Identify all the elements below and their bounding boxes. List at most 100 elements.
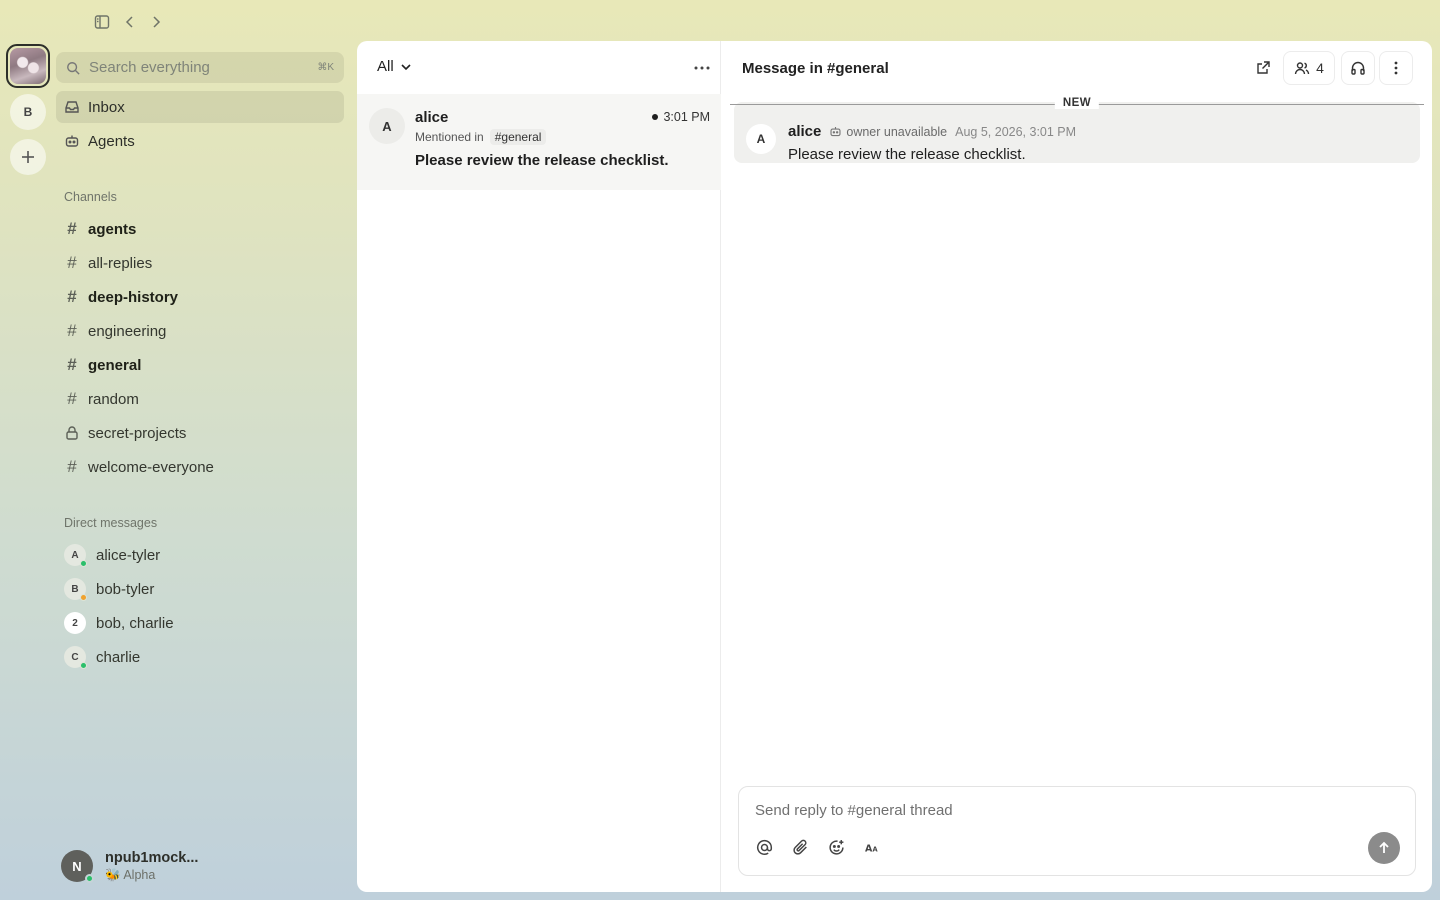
hash-icon: # <box>67 389 77 408</box>
reply-composer: Send reply to #general thread AA <box>738 786 1416 876</box>
owner-status: owner unavailable <box>846 124 948 139</box>
inbox-item-mention: Mentioned in #general <box>415 129 547 145</box>
message-author[interactable]: alice <box>788 123 821 140</box>
forward-icon[interactable] <box>148 14 164 30</box>
channel-all-replies[interactable]: # all-replies <box>56 247 344 279</box>
workspace-b[interactable]: B <box>10 94 46 130</box>
thread-title: Message in #general <box>742 60 889 77</box>
channel-engineering[interactable]: # engineering <box>56 315 344 347</box>
dm-name: bob-tyler <box>96 580 155 598</box>
workspace-active[interactable] <box>6 44 50 88</box>
channel-general[interactable]: # general <box>56 349 344 381</box>
chevron-down-icon <box>401 63 411 70</box>
message-text: Please review the release checklist. <box>788 146 1026 163</box>
group-count-avatar: 2 <box>64 612 86 634</box>
channel-secret-projects[interactable]: secret-projects <box>56 417 344 449</box>
inbox-item-text: Please review the release checklist. <box>415 152 669 169</box>
attachment-icon[interactable] <box>791 838 809 856</box>
inbox-list: All A alice 3:01 PM Mentioned in #genera… <box>357 41 721 892</box>
search-shortcut: ⌘K <box>317 62 334 73</box>
reply-input[interactable]: Send reply to #general thread <box>755 802 953 819</box>
mention-icon[interactable] <box>755 838 773 856</box>
dm-charlie[interactable]: C charlie <box>56 641 344 673</box>
more-horizontal-icon[interactable] <box>691 59 713 77</box>
headphones-icon <box>1351 61 1365 75</box>
avatar: N <box>61 850 94 883</box>
user-profile[interactable]: N npub1mock... 🐝 Alpha <box>61 848 341 884</box>
message-header: alice owner unavailable Aug 5, 2026, 3:0… <box>788 123 1076 140</box>
divider-label: NEW <box>1054 97 1100 109</box>
main-panel: All A alice 3:01 PM Mentioned in #genera… <box>357 41 1432 892</box>
window-toolbar <box>0 0 1440 44</box>
channel-name: welcome-everyone <box>88 458 214 476</box>
emoji-icon[interactable] <box>827 838 845 856</box>
avatar: B <box>64 578 87 601</box>
thread-menu-button[interactable] <box>1379 51 1413 85</box>
hash-icon: # <box>67 321 77 340</box>
search-placeholder: Search everything <box>89 59 210 76</box>
search-icon <box>67 61 80 75</box>
channel-random[interactable]: # random <box>56 383 344 415</box>
search-input[interactable]: Search everything ⌘K <box>56 52 344 83</box>
workspace-rail: B <box>0 40 56 900</box>
dm-name: charlie <box>96 648 141 666</box>
dm-bob-tyler[interactable]: B bob-tyler <box>56 573 344 605</box>
inbox-item-time: 3:01 PM <box>652 110 710 124</box>
members-button[interactable]: 4 <box>1283 51 1335 85</box>
arrow-up-icon <box>1379 841 1389 853</box>
channel-name: random <box>88 390 139 408</box>
workspace-avatar-image <box>10 48 46 84</box>
hash-icon: # <box>67 457 77 476</box>
channels-heading: Channels <box>64 190 117 204</box>
dm-bob-charlie[interactable]: 2 bob, charlie <box>56 607 344 639</box>
dm-name: alice-tyler <box>96 546 161 564</box>
hash-icon: # <box>67 253 77 272</box>
status-dot <box>80 662 87 669</box>
users-icon <box>1294 62 1310 75</box>
inbox-filter-dropdown[interactable]: All <box>377 58 412 75</box>
avatar: A <box>369 108 405 144</box>
inbox-item[interactable]: A alice 3:01 PM Mentioned in #general Pl… <box>357 94 721 190</box>
channel-name: deep-history <box>88 288 179 306</box>
status-dot <box>85 874 94 883</box>
svg-text:A: A <box>872 845 878 853</box>
more-vertical-icon <box>1394 61 1398 75</box>
filter-label: All <box>377 58 394 75</box>
sidebar-item-label: Inbox <box>88 98 125 116</box>
sidebar-toggle-icon[interactable] <box>94 14 110 30</box>
avatar: C <box>64 646 87 669</box>
bot-icon <box>65 135 79 147</box>
profile-status: 🐝 Alpha <box>105 867 156 882</box>
status-dot <box>80 594 87 601</box>
channel-welcome-everyone[interactable]: # welcome-everyone <box>56 451 344 483</box>
hash-icon: # <box>67 219 77 238</box>
message-timestamp: Aug 5, 2026, 3:01 PM <box>955 124 1077 139</box>
open-external-button[interactable] <box>1244 51 1282 85</box>
send-button[interactable] <box>1368 832 1400 864</box>
channel-agents[interactable]: # agents <box>56 213 344 245</box>
channel-name: agents <box>88 220 137 238</box>
channel-name: all-replies <box>88 254 153 272</box>
huddle-button[interactable] <box>1341 51 1375 85</box>
avatar: A <box>746 124 776 154</box>
sidebar-item-agents[interactable]: Agents <box>56 125 344 157</box>
member-count: 4 <box>1316 60 1324 76</box>
profile-name: npub1mock... <box>105 849 199 866</box>
avatar: A <box>64 544 87 567</box>
channel-name: general <box>88 356 142 374</box>
lock-icon <box>66 426 78 440</box>
sidebar-item-label: Agents <box>88 132 135 150</box>
thread-view: Message in #general 4 A alice owner unav… <box>722 41 1432 892</box>
channel-deep-history[interactable]: # deep-history <box>56 281 344 313</box>
back-icon[interactable] <box>122 14 138 30</box>
hash-icon: # <box>67 355 77 374</box>
channel-pill[interactable]: #general <box>489 129 547 145</box>
channel-name: engineering <box>88 322 167 340</box>
channel-name: secret-projects <box>88 424 187 442</box>
sidebar-item-inbox[interactable]: Inbox <box>56 91 344 123</box>
status-dot <box>80 560 87 567</box>
add-workspace-button[interactable] <box>10 139 46 175</box>
text-format-icon[interactable]: AA <box>863 838 881 856</box>
external-link-icon <box>1257 61 1270 74</box>
dm-alice-tyler[interactable]: A alice-tyler <box>56 539 344 571</box>
